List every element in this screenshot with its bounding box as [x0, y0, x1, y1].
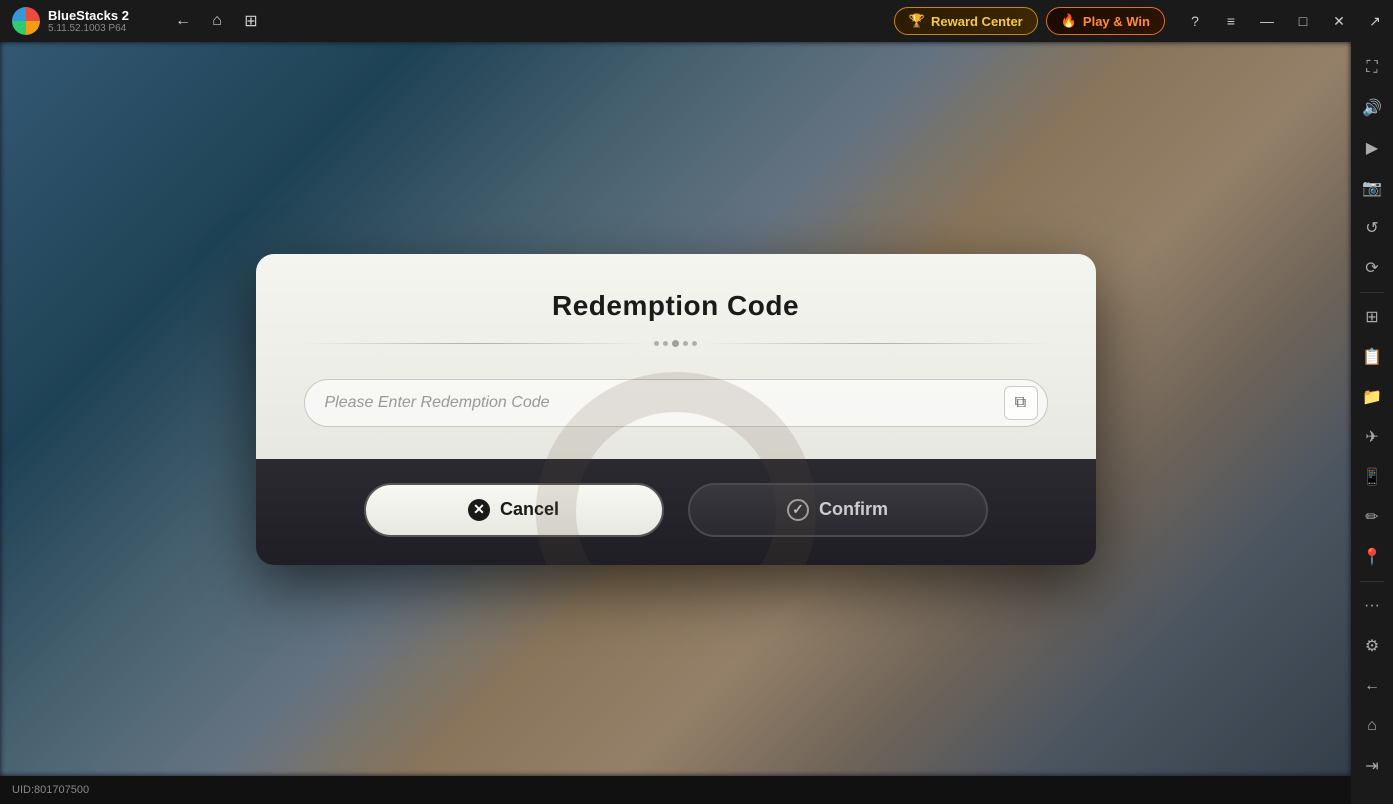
- play-win-button[interactable]: 🔥 Play & Win: [1046, 7, 1165, 35]
- dialog-divider: [304, 340, 1048, 347]
- rotate-sidebar-button[interactable]: ↺: [1354, 210, 1390, 246]
- divider-dots: [654, 340, 697, 347]
- redemption-code-input[interactable]: [304, 379, 1048, 427]
- dialog-title: Redemption Code: [304, 290, 1048, 322]
- multiinstance-sidebar-button[interactable]: ⊞: [1354, 299, 1390, 335]
- close-button[interactable]: ✕: [1321, 0, 1357, 42]
- screenshot-sidebar-button[interactable]: 📷: [1354, 170, 1390, 206]
- home-sidebar-button[interactable]: ⌂: [1354, 708, 1390, 744]
- macro-sidebar-button[interactable]: 📋: [1354, 339, 1390, 375]
- divider-dot-1: [654, 341, 659, 346]
- nav-buttons: ← ⌂ ⊞: [160, 6, 274, 36]
- location-sidebar-button[interactable]: 📍: [1354, 539, 1390, 575]
- content-area: Redemption Code ⧉: [0, 42, 1351, 776]
- confirm-icon: ✓: [787, 499, 809, 521]
- minimize-button[interactable]: —: [1249, 0, 1285, 42]
- dialog-upper: Redemption Code ⧉: [256, 254, 1096, 459]
- app-info: BlueStacks 2 5.11.52.1003 P64: [48, 8, 129, 35]
- airplane-sidebar-button[interactable]: ✈: [1354, 419, 1390, 455]
- window-controls: ? ≡ — □ ✕ ↗: [1177, 0, 1393, 42]
- divider-line-left: [304, 343, 647, 344]
- app-logo: BlueStacks 2 5.11.52.1003 P64: [0, 7, 160, 35]
- reward-center-button[interactable]: 🏆 Reward Center: [894, 7, 1038, 35]
- confirm-label: Confirm: [819, 499, 888, 520]
- files-sidebar-button[interactable]: 📁: [1354, 379, 1390, 415]
- layout-button[interactable]: ⊞: [236, 6, 266, 36]
- app-version: 5.11.52.1003 P64: [48, 23, 129, 34]
- expand-button[interactable]: ↗: [1357, 0, 1393, 42]
- play-icon: 🔥: [1061, 13, 1077, 29]
- divider-dot-2: [663, 341, 668, 346]
- paste-icon: ⧉: [1015, 394, 1026, 412]
- topbar-actions: 🏆 Reward Center 🔥 Play & Win: [882, 7, 1177, 35]
- volume-sidebar-button[interactable]: 🔊: [1354, 90, 1390, 126]
- app-name: BlueStacks 2: [48, 8, 129, 24]
- bluestacks-logo-icon: [12, 7, 40, 35]
- back-button[interactable]: ←: [168, 6, 198, 36]
- keyboard-sidebar-button[interactable]: ⇥: [1354, 748, 1390, 784]
- divider-line-right: [705, 343, 1048, 344]
- divider-dot-3: [672, 340, 679, 347]
- reward-icon: 🏆: [909, 13, 925, 29]
- input-container: ⧉: [304, 379, 1048, 427]
- device-sidebar-button[interactable]: 📱: [1354, 459, 1390, 495]
- draw-sidebar-button[interactable]: ✏: [1354, 499, 1390, 535]
- fullscreen-sidebar-button[interactable]: ⛶: [1354, 50, 1390, 86]
- confirm-button[interactable]: ✓ Confirm: [688, 483, 988, 537]
- right-sidebar: ⛶ 🔊 ▶ 📷 ↺ ⟳ ⊞ 📋 📁 ✈ 📱 ✏ 📍 ··· ⚙ ← ⌂ ⇥: [1351, 42, 1393, 804]
- topbar: BlueStacks 2 5.11.52.1003 P64 ← ⌂ ⊞ 🏆 Re…: [0, 0, 1393, 42]
- divider-dot-4: [683, 341, 688, 346]
- dialog-lower: ✕ Cancel ✓ Confirm: [256, 459, 1096, 565]
- help-button[interactable]: ?: [1177, 0, 1213, 42]
- more-sidebar-button[interactable]: ···: [1354, 588, 1390, 624]
- cancel-label: Cancel: [500, 499, 559, 520]
- home-button[interactable]: ⌂: [202, 6, 232, 36]
- cancel-icon: ✕: [468, 499, 490, 521]
- back-sidebar-button[interactable]: ←: [1354, 668, 1390, 704]
- reward-label: Reward Center: [931, 14, 1023, 29]
- record-sidebar-button[interactable]: ▶: [1354, 130, 1390, 166]
- modal-overlay: Redemption Code ⧉: [0, 42, 1351, 776]
- cancel-button[interactable]: ✕ Cancel: [364, 483, 664, 537]
- redemption-dialog: Redemption Code ⧉: [256, 254, 1096, 565]
- sidebar-separator-2: [1360, 581, 1384, 582]
- play-label: Play & Win: [1083, 14, 1150, 29]
- maximize-button[interactable]: □: [1285, 0, 1321, 42]
- menu-button[interactable]: ≡: [1213, 0, 1249, 42]
- settings-sidebar-button[interactable]: ⚙: [1354, 628, 1390, 664]
- divider-dot-5: [692, 341, 697, 346]
- sidebar-separator-1: [1360, 292, 1384, 293]
- refresh-sidebar-button[interactable]: ⟳: [1354, 250, 1390, 286]
- bottom-bar: UID:801707500: [0, 776, 1351, 804]
- uid-display: UID:801707500: [12, 784, 89, 796]
- paste-button[interactable]: ⧉: [1004, 386, 1038, 420]
